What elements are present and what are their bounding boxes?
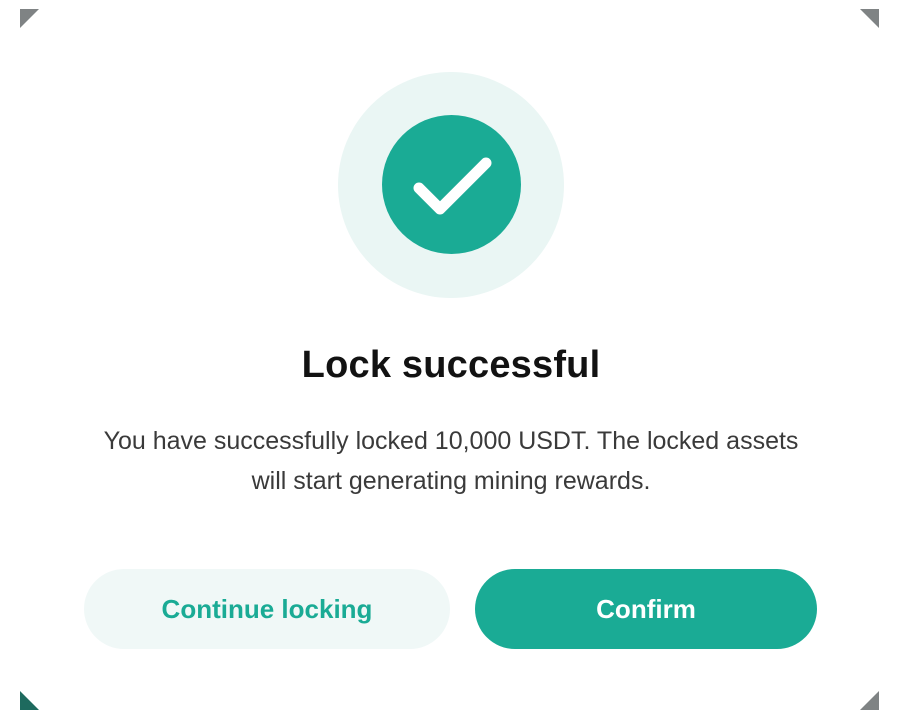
success-badge xyxy=(382,115,521,254)
check-icon xyxy=(413,157,492,215)
confirm-button[interactable]: Confirm xyxy=(475,569,817,649)
screenshot-frame: Lock successful You have successfully lo… xyxy=(0,0,902,722)
dialog-message: You have successfully locked 10,000 USDT… xyxy=(103,427,799,495)
lock-success-dialog: Lock successful You have successfully lo… xyxy=(0,0,902,722)
continue-locking-button[interactable]: Continue locking xyxy=(84,569,450,649)
dialog-title: Lock successful xyxy=(301,344,601,386)
